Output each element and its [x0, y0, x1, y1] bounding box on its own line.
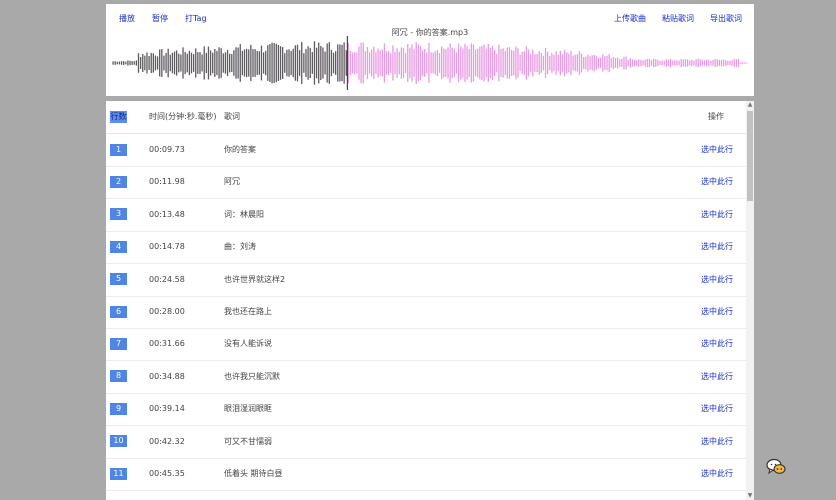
- export-lyrics-button[interactable]: 导出歌词: [710, 13, 742, 24]
- select-row-button[interactable]: 选中此行: [701, 264, 733, 296]
- row-index-badge: 8: [110, 370, 127, 383]
- scrollbar-thumb[interactable]: [747, 111, 753, 201]
- row-index-badge: 1: [110, 143, 127, 156]
- row-lyric: 也许世界就这样2: [224, 274, 286, 284]
- play-button[interactable]: 播放: [119, 13, 135, 24]
- table-row: 11 00:45.35 低着头 期待白昼 选中此行: [106, 458, 746, 491]
- select-row-button[interactable]: 选中此行: [701, 426, 733, 458]
- row-lyric: 没有人能诉说: [224, 339, 272, 349]
- row-index: 9: [110, 393, 127, 425]
- table-row: 6 00:28.00 我也还在路上 选中此行: [106, 296, 746, 329]
- row-index: 11: [110, 458, 127, 490]
- row-lyric: 眼泪湿润眼眶: [224, 404, 272, 414]
- tag-button[interactable]: 打Tag: [185, 13, 207, 24]
- row-time: 00:24.58: [149, 274, 185, 284]
- row-index: 1: [110, 134, 127, 166]
- select-row-button[interactable]: 选中此行: [701, 199, 733, 231]
- select-row-button[interactable]: 选中此行: [701, 231, 733, 263]
- row-index-badge: 4: [110, 240, 127, 253]
- upload-song-button[interactable]: 上传歌曲: [614, 13, 646, 24]
- select-row-button[interactable]: 选中此行: [701, 458, 733, 490]
- row-time: 00:42.32: [149, 436, 185, 446]
- header-lyric: 歌词: [224, 112, 240, 121]
- row-index: 8: [110, 361, 127, 393]
- row-time: 00:34.88: [149, 371, 185, 381]
- row-lyric: 阿冗: [224, 177, 240, 187]
- row-index: 10: [110, 426, 127, 458]
- row-time: 00:11.98: [149, 177, 185, 187]
- row-lyric: 可又不甘懦弱: [224, 436, 272, 446]
- row-index-badge: 10: [110, 435, 127, 448]
- table-row: 9 00:39.14 眼泪湿润眼眶 选中此行: [106, 393, 746, 427]
- row-index-badge: 11: [110, 467, 127, 480]
- table-row: 4 00:14.78 曲：刘涛 选中此行: [106, 231, 746, 265]
- select-row-button[interactable]: 选中此行: [701, 393, 733, 425]
- row-time: 00:14.78: [149, 242, 185, 252]
- table-row: 1 00:09.73 你的答案 选中此行: [106, 134, 746, 167]
- row-index: 5: [110, 264, 127, 296]
- row-time: 00:09.73: [149, 145, 185, 154]
- row-index-badge: 7: [110, 337, 127, 350]
- row-index-badge: 3: [110, 208, 127, 221]
- scrollbar[interactable]: ▲ ▼: [746, 101, 754, 500]
- row-lyric: 低着头 期待白昼: [224, 469, 283, 478]
- row-time: 00:28.00: [149, 307, 185, 316]
- row-index-badge: 9: [110, 402, 127, 415]
- row-time: 00:45.35: [149, 469, 185, 478]
- row-index: 7: [110, 328, 127, 360]
- select-row-button[interactable]: 选中此行: [701, 328, 733, 360]
- table-header: 行数 时间(分钟:秒.毫秒) 歌词 操作: [106, 101, 746, 134]
- scroll-down-arrow-icon[interactable]: ▼: [746, 492, 754, 500]
- row-lyric: 我也还在路上: [224, 307, 272, 316]
- row-index: 4: [110, 231, 127, 263]
- select-row-button[interactable]: 选中此行: [701, 166, 733, 198]
- table-row: 3 00:13.48 词：林晨阳 选中此行: [106, 199, 746, 232]
- audio-player-panel: 播放 暂停 打Tag 上传歌曲 粘贴歌词 导出歌词 阿冗 - 你的答案.mp3: [106, 4, 754, 96]
- table-row: 8 00:34.88 也许我只能沉默 选中此行: [106, 361, 746, 394]
- row-index-badge: 5: [110, 273, 127, 286]
- row-lyric: 词：林晨阳: [224, 209, 264, 219]
- select-row-button[interactable]: 选中此行: [701, 134, 733, 166]
- audio-waveform[interactable]: [112, 36, 748, 90]
- chat-bubbles-icon[interactable]: [766, 458, 786, 476]
- lyrics-table: 行数 时间(分钟:秒.毫秒) 歌词 操作 1 00:09.73 你的答案 选中此行 2 0…: [106, 101, 754, 500]
- select-row-button[interactable]: 选中此行: [701, 296, 733, 328]
- row-index: 3: [110, 199, 127, 231]
- table-row: 5 00:24.58 也许世界就这样2 选中此行: [106, 264, 746, 297]
- pause-button[interactable]: 暂停: [152, 13, 168, 24]
- row-time: 00:13.48: [149, 209, 185, 219]
- table-row: 2 00:11.98 阿冗 选中此行: [106, 166, 746, 200]
- row-lyric: 曲：刘涛: [224, 242, 256, 252]
- select-row-button[interactable]: 选中此行: [701, 361, 733, 393]
- header-index: 行数: [110, 111, 127, 123]
- paste-lyrics-button[interactable]: 粘贴歌词: [662, 13, 694, 24]
- header-time: 时间(分钟:秒.毫秒): [149, 112, 217, 121]
- row-index-badge: 6: [110, 305, 127, 318]
- row-index: 6: [110, 296, 127, 328]
- row-lyric: 你的答案: [224, 145, 256, 154]
- row-lyric: 也许我只能沉默: [224, 371, 280, 381]
- row-time: 00:39.14: [149, 404, 185, 414]
- row-time: 00:31.66: [149, 339, 185, 349]
- row-index: 2: [110, 166, 127, 198]
- row-index-badge: 2: [110, 175, 127, 188]
- table-row: 10 00:42.32 可又不甘懦弱 选中此行: [106, 426, 746, 459]
- table-row: 7 00:31.66 没有人能诉说 选中此行: [106, 328, 746, 362]
- header-action: 操作: [708, 112, 724, 121]
- scroll-up-arrow-icon[interactable]: ▲: [746, 101, 754, 109]
